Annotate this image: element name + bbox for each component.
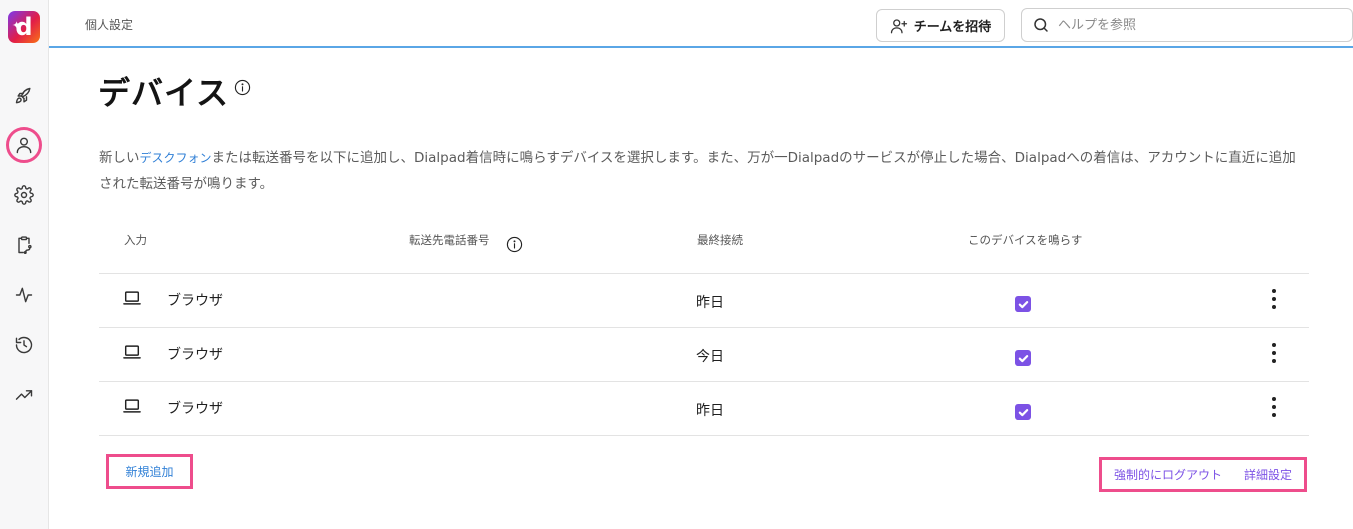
device-type: ブラウザ	[167, 347, 223, 363]
info-icon[interactable]	[506, 236, 523, 253]
top-header: 個人設定 チームを招待	[49, 0, 1353, 48]
info-icon[interactable]	[234, 79, 251, 96]
desk-phone-link[interactable]: デスクフォン	[140, 151, 212, 165]
dialpad-logo[interactable]: ✦ d	[8, 11, 40, 43]
column-header-input: 入力	[124, 233, 147, 247]
laptop-icon	[123, 290, 141, 306]
footer-actions: 強制的にログアウト 詳細設定	[1099, 457, 1307, 492]
last-connected: 今日	[696, 349, 724, 365]
add-user-icon	[890, 18, 907, 33]
table-divider	[99, 435, 1309, 436]
help-search-input[interactable]	[1058, 17, 1338, 33]
ring-device-checkbox[interactable]	[1015, 296, 1031, 312]
history-icon[interactable]	[8, 329, 40, 361]
table-row: ブラウザ 昨日	[99, 382, 1309, 436]
description-prefix: 新しい	[99, 150, 140, 166]
device-type: ブラウザ	[167, 293, 223, 309]
last-connected: 昨日	[696, 403, 724, 419]
table-row: ブラウザ 昨日	[99, 274, 1309, 328]
trending-up-icon[interactable]	[8, 379, 40, 411]
advanced-settings-link[interactable]: 詳細設定	[1244, 466, 1292, 483]
help-search[interactable]	[1021, 8, 1353, 42]
page-description: 新しいデスクフォンまたは転送番号を以下に追加し、Dialpad着信時に鳴らすデバ…	[99, 145, 1309, 197]
ring-device-checkbox[interactable]	[1015, 350, 1031, 366]
add-new-button[interactable]: 新規追加	[106, 454, 193, 489]
device-type: ブラウザ	[167, 401, 223, 417]
laptop-icon	[123, 344, 141, 360]
search-icon	[1034, 18, 1048, 32]
invite-team-button[interactable]: チームを招待	[876, 9, 1005, 42]
force-logout-link[interactable]: 強制的にログアウト	[1114, 466, 1222, 483]
invite-team-label: チームを招待	[913, 20, 992, 35]
activity-icon[interactable]	[8, 279, 40, 311]
gear-icon[interactable]	[8, 179, 40, 211]
column-header-forward-number: 転送先電話番号	[409, 233, 490, 247]
sidebar: ✦ d	[0, 0, 49, 529]
more-options-icon[interactable]	[1266, 396, 1282, 418]
table-row: ブラウザ 今日	[99, 328, 1309, 382]
ring-device-checkbox[interactable]	[1015, 404, 1031, 420]
user-icon[interactable]	[6, 127, 42, 163]
clipboard-route-icon[interactable]	[8, 229, 40, 261]
app-root: ✦ d 個人設定 チームを招待 ヘルプを参照 デバイス 新しいデスクフォンまたは…	[0, 0, 1353, 529]
rocket-icon[interactable]	[8, 80, 40, 112]
more-options-icon[interactable]	[1266, 288, 1282, 310]
description-body: または転送番号を以下に追加し、Dialpad着信時に鳴らすデバイスを選択します。…	[99, 150, 1296, 192]
more-options-icon[interactable]	[1266, 342, 1282, 364]
last-connected: 昨日	[696, 295, 724, 311]
laptop-icon	[123, 398, 141, 414]
page-title: デバイス	[98, 74, 230, 112]
column-header-last-connected: 最終接続	[697, 233, 743, 247]
column-header-ring-device: このデバイスを鳴らす	[968, 233, 1083, 247]
breadcrumb: 個人設定	[85, 18, 134, 32]
